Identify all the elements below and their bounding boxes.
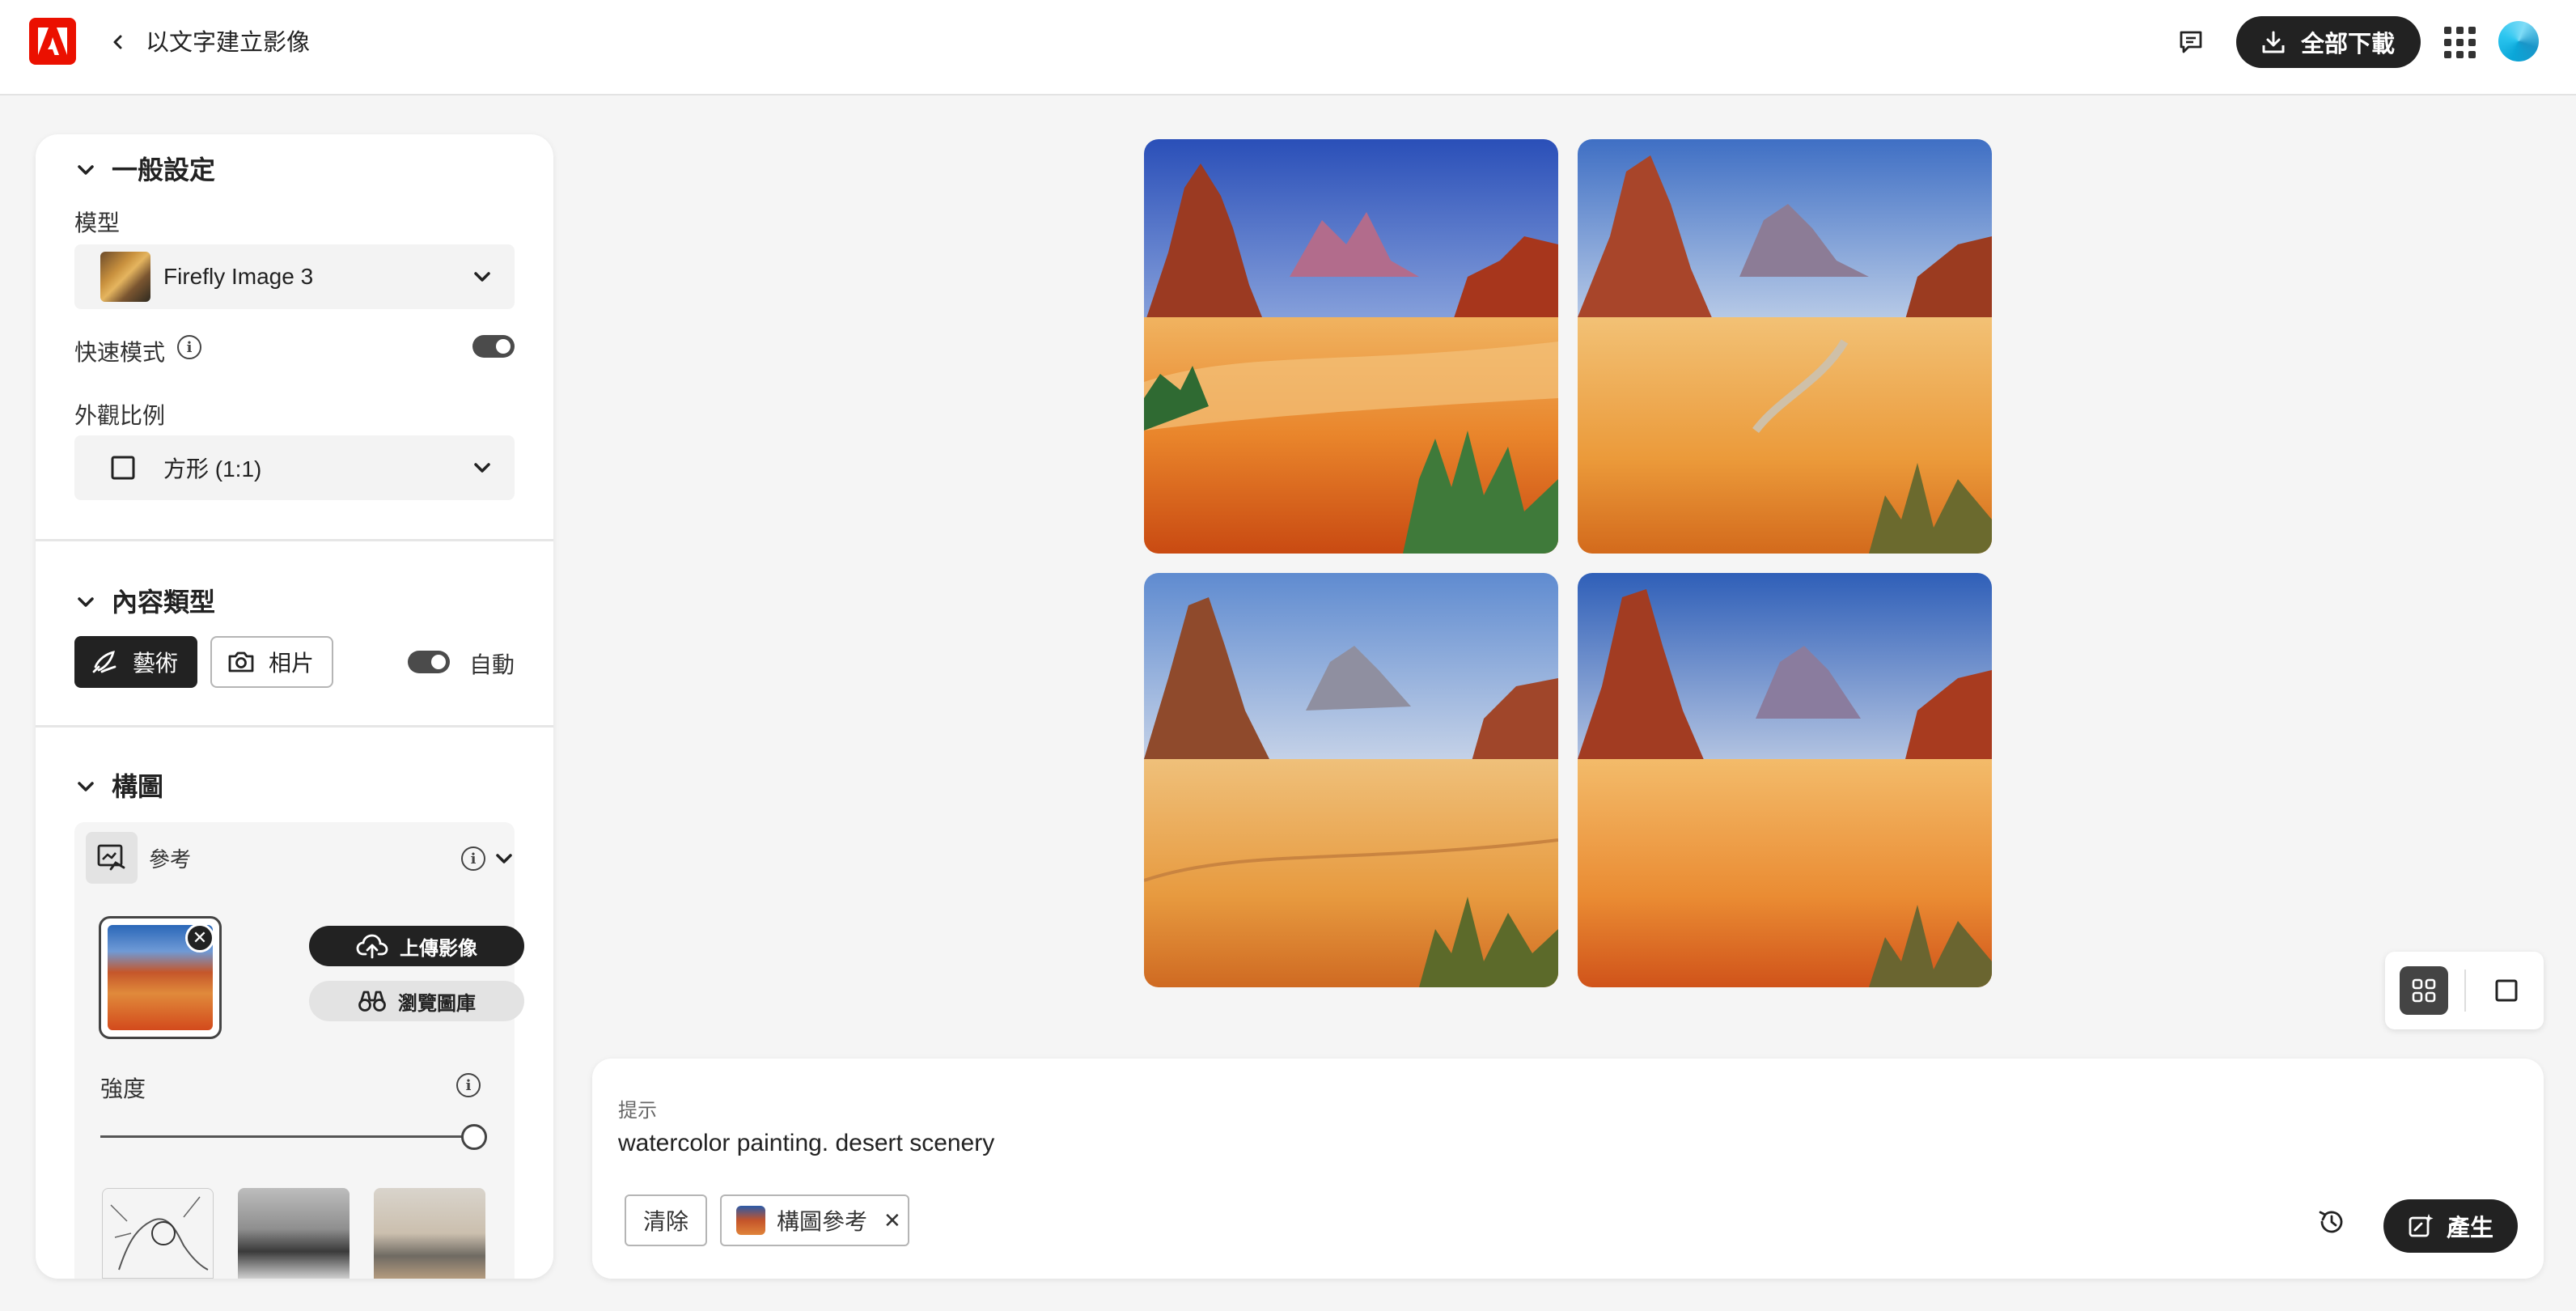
generated-image-2[interactable] <box>1578 139 1992 554</box>
generated-image-1[interactable] <box>1144 139 1558 554</box>
view-separator <box>2464 969 2466 1012</box>
aspect-ratio-select[interactable]: 方形 (1:1) <box>74 435 515 500</box>
info-icon[interactable]: i <box>461 846 485 871</box>
chevron-down-icon <box>78 782 94 791</box>
reference-label: 參考 <box>149 847 192 872</box>
app-header: 以文字建立影像 全部下載 <box>0 0 2576 95</box>
upload-image-label: 上傳影像 <box>400 937 477 960</box>
strength-label: 強度 <box>100 1076 146 1101</box>
composition-header[interactable]: 構圖 <box>76 770 163 803</box>
art-type-label: 藝術 <box>133 651 179 676</box>
settings-panel: 一般設定 模型 Firefly Image 3 快速模式 i 外觀比例 方形 (… <box>36 134 553 1279</box>
remove-reference-button[interactable]: ✕ <box>185 923 214 952</box>
strength-slider-thumb[interactable] <box>461 1124 487 1150</box>
chevron-down-icon[interactable] <box>494 848 515 869</box>
grid-view-button[interactable] <box>2400 966 2448 1015</box>
browse-gallery-label: 瀏覽圖庫 <box>398 992 476 1015</box>
photo-type-button[interactable]: 相片 <box>210 636 333 688</box>
cloud-upload-icon <box>356 934 388 959</box>
chevron-down-icon <box>474 272 490 282</box>
model-thumbnail <box>100 252 150 302</box>
general-settings-title: 一般設定 <box>112 155 216 185</box>
single-view-button[interactable] <box>2482 966 2531 1015</box>
generate-button[interactable]: 產生 <box>2383 1199 2518 1253</box>
info-icon[interactable]: i <box>456 1073 481 1097</box>
composition-reference-chip[interactable]: 構圖參考 ✕ <box>720 1194 909 1246</box>
content-type-title: 內容類型 <box>112 588 216 617</box>
generate-icon <box>2409 1214 2434 1237</box>
art-brush-icon <box>92 651 117 673</box>
feedback-icon <box>2180 31 2202 53</box>
content-type-header[interactable]: 內容類型 <box>76 586 215 618</box>
feedback-button[interactable] <box>2173 24 2209 60</box>
strength-slider-track[interactable] <box>100 1135 481 1138</box>
adobe-logo[interactable] <box>29 18 76 65</box>
binoculars-icon <box>358 991 386 1012</box>
composition-reference-label: 構圖參考 <box>777 1209 868 1234</box>
general-settings-header[interactable]: 一般設定 <box>76 154 215 186</box>
download-all-button[interactable]: 全部下載 <box>2236 16 2421 68</box>
history-button[interactable] <box>2311 1201 2353 1243</box>
reference-image-icon <box>86 832 138 884</box>
art-type-button[interactable]: 藝術 <box>74 636 197 688</box>
reference-thumbnail[interactable]: ✕ <box>99 916 222 1039</box>
photo-type-label: 相片 <box>269 651 315 676</box>
style-thumbnail-interior[interactable] <box>374 1188 485 1279</box>
model-select[interactable]: Firefly Image 3 <box>74 244 515 309</box>
download-icon <box>2262 31 2285 53</box>
generated-image-3[interactable] <box>1144 573 1558 987</box>
prompt-label: 提示 <box>618 1100 657 1122</box>
view-toggle <box>2385 952 2544 1029</box>
style-thumbnail-sketch[interactable] <box>102 1188 214 1279</box>
upload-image-button[interactable]: 上傳影像 <box>309 926 524 966</box>
clear-button[interactable]: 清除 <box>625 1194 707 1246</box>
chevron-down-icon <box>78 165 94 175</box>
generate-label: 產生 <box>2446 1216 2493 1241</box>
grid-icon <box>2412 978 2436 1003</box>
download-all-label: 全部下載 <box>2301 32 2396 57</box>
remove-chip-icon[interactable]: ✕ <box>883 1208 901 1233</box>
page-title: 以文字建立影像 <box>146 30 311 56</box>
aspect-ratio-value: 方形 (1:1) <box>163 456 262 482</box>
aspect-ratio-label: 外觀比例 <box>74 403 166 428</box>
generated-image-4[interactable] <box>1578 573 1992 987</box>
auto-label: 自動 <box>469 652 515 677</box>
back-button[interactable] <box>102 26 134 58</box>
chip-thumbnail <box>736 1206 765 1235</box>
composition-title: 構圖 <box>112 772 164 801</box>
history-icon <box>2319 1211 2343 1233</box>
browse-gallery-button[interactable]: 瀏覽圖庫 <box>309 981 524 1021</box>
model-value: Firefly Image 3 <box>163 264 314 289</box>
style-thumbnail-mono-landscape[interactable] <box>238 1188 350 1279</box>
model-label: 模型 <box>74 210 121 235</box>
clear-label: 清除 <box>642 1209 688 1234</box>
section-divider <box>36 539 553 541</box>
camera-icon <box>228 651 254 672</box>
info-icon[interactable]: i <box>177 335 201 359</box>
section-divider <box>36 725 553 728</box>
avatar[interactable] <box>2498 21 2539 62</box>
apps-grid-icon[interactable] <box>2443 26 2476 58</box>
fast-mode-toggle[interactable] <box>472 335 515 358</box>
square-icon <box>111 456 135 480</box>
prompt-panel: 提示 watercolor painting. desert scenery 清… <box>592 1059 2544 1279</box>
fast-mode-label: 快速模式 <box>74 340 166 365</box>
prompt-input[interactable]: watercolor painting. desert scenery <box>618 1130 994 1157</box>
chevron-down-icon <box>474 463 490 473</box>
chevron-down-icon <box>78 597 94 607</box>
auto-toggle[interactable] <box>408 651 450 673</box>
square-icon <box>2495 979 2518 1002</box>
chevron-left-icon <box>113 35 122 49</box>
